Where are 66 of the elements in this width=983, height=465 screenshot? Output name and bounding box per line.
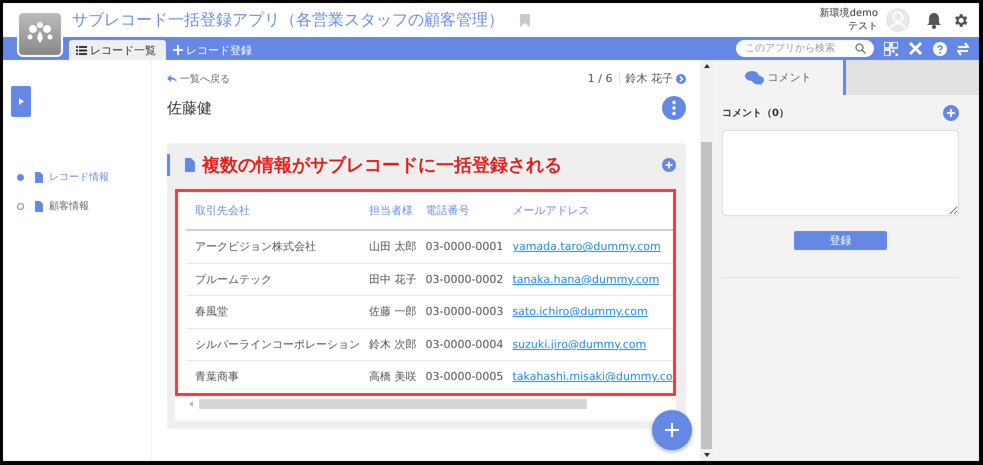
column-header: 取引先会社 bbox=[195, 204, 250, 217]
app-logo-icon[interactable] bbox=[17, 11, 63, 57]
qr-code-icon[interactable] bbox=[884, 42, 898, 56]
chevron-right-icon[interactable] bbox=[676, 74, 686, 84]
sidebar-toggle-button[interactable] bbox=[11, 86, 31, 117]
add-icon[interactable] bbox=[662, 158, 676, 172]
section-nav-item[interactable]: レコード情報 bbox=[17, 170, 151, 184]
next-record-link[interactable]: 鈴木 花子 bbox=[626, 71, 686, 86]
table-cell: 03-0000-0001 bbox=[426, 240, 504, 254]
add-comment-icon[interactable] bbox=[943, 105, 959, 121]
comment-field[interactable] bbox=[722, 130, 959, 216]
settings-icon[interactable] bbox=[952, 12, 969, 28]
table-cell: 田中 花子 bbox=[369, 272, 416, 286]
app-title: サブレコード一括登録アプリ（各営業スタッフの顧客管理） bbox=[72, 10, 504, 30]
document-icon[interactable] bbox=[35, 200, 43, 212]
switch-icon[interactable] bbox=[957, 42, 969, 56]
reply-arrow-icon[interactable] bbox=[167, 74, 177, 82]
record-name: 佐藤健 bbox=[167, 98, 212, 118]
scroll-up-icon[interactable] bbox=[704, 64, 710, 68]
caret-icon[interactable] bbox=[18, 98, 24, 105]
column-header: 担当者様 bbox=[369, 204, 413, 217]
email-link[interactable]: tanaka.hana@dummy.com bbox=[512, 272, 660, 286]
table-cell: 03-0000-0002 bbox=[426, 272, 504, 286]
annotation-text: 複数の情報がサブレコードに一括登録される bbox=[202, 154, 562, 177]
table-cell: 春風堂 bbox=[195, 305, 228, 318]
back-link[interactable]: 一覧へ戻る bbox=[167, 72, 230, 86]
record-position: 1 / 6 bbox=[588, 72, 612, 85]
user-environment: 新環境demo bbox=[820, 7, 878, 20]
table-cell: シルバーラインコーポレーション bbox=[195, 338, 360, 351]
scroll-down-icon[interactable] bbox=[704, 453, 710, 457]
email-link[interactable]: yamada.taro@dummy.com bbox=[512, 240, 661, 254]
table-cell: 03-0000-0003 bbox=[426, 305, 504, 318]
list-icon[interactable] bbox=[76, 46, 87, 54]
scrollbar-thumb[interactable] bbox=[701, 142, 712, 449]
table-cell: アークビジョン株式会社 bbox=[195, 240, 316, 254]
table-cell: 山田 太郎 bbox=[369, 240, 416, 254]
email-link[interactable]: sato.ichiro@dummy.com bbox=[512, 305, 648, 318]
search-icon[interactable] bbox=[855, 43, 866, 54]
table-cell: 03-0000-0005 bbox=[426, 370, 504, 384]
tab[interactable]: レコード一覧 bbox=[69, 40, 166, 60]
submit-button[interactable]: 登録 bbox=[794, 231, 887, 250]
tab[interactable]: レコード登録 bbox=[166, 40, 262, 60]
chat-bubbles-icon[interactable] bbox=[744, 70, 764, 84]
table-cell: 鈴木 次郎 bbox=[369, 338, 416, 351]
help-icon[interactable] bbox=[933, 42, 947, 56]
user-name: テスト bbox=[848, 20, 878, 33]
plus-icon[interactable] bbox=[173, 45, 183, 55]
document-icon bbox=[185, 158, 195, 172]
more-menu-icon[interactable] bbox=[662, 96, 686, 120]
email-link[interactable]: suzuki.jiro@dummy.com bbox=[512, 338, 646, 351]
comment-heading: コメント（0） bbox=[722, 107, 789, 120]
plus-icon[interactable] bbox=[664, 422, 680, 438]
add-record-button[interactable] bbox=[652, 410, 692, 450]
section-nav-item[interactable]: 顧客情報 bbox=[17, 199, 151, 213]
table-cell: 高橋 美咲 bbox=[369, 370, 416, 384]
column-header: 電話番号 bbox=[426, 204, 470, 217]
email-link[interactable]: takahashi.misaki@dummy.co bbox=[512, 370, 673, 384]
scroll-left-icon[interactable] bbox=[189, 400, 193, 406]
column-header: メールアドレス bbox=[512, 204, 590, 217]
table-cell: ブルームテック bbox=[195, 272, 272, 286]
bell-icon[interactable] bbox=[926, 12, 942, 28]
table-cell: 佐藤 一郎 bbox=[369, 305, 416, 318]
scrollbar-thumb[interactable] bbox=[199, 398, 587, 408]
table-cell: 03-0000-0004 bbox=[426, 338, 504, 351]
document-icon[interactable] bbox=[35, 172, 43, 182]
table-cell: 青葉商事 bbox=[195, 370, 239, 384]
